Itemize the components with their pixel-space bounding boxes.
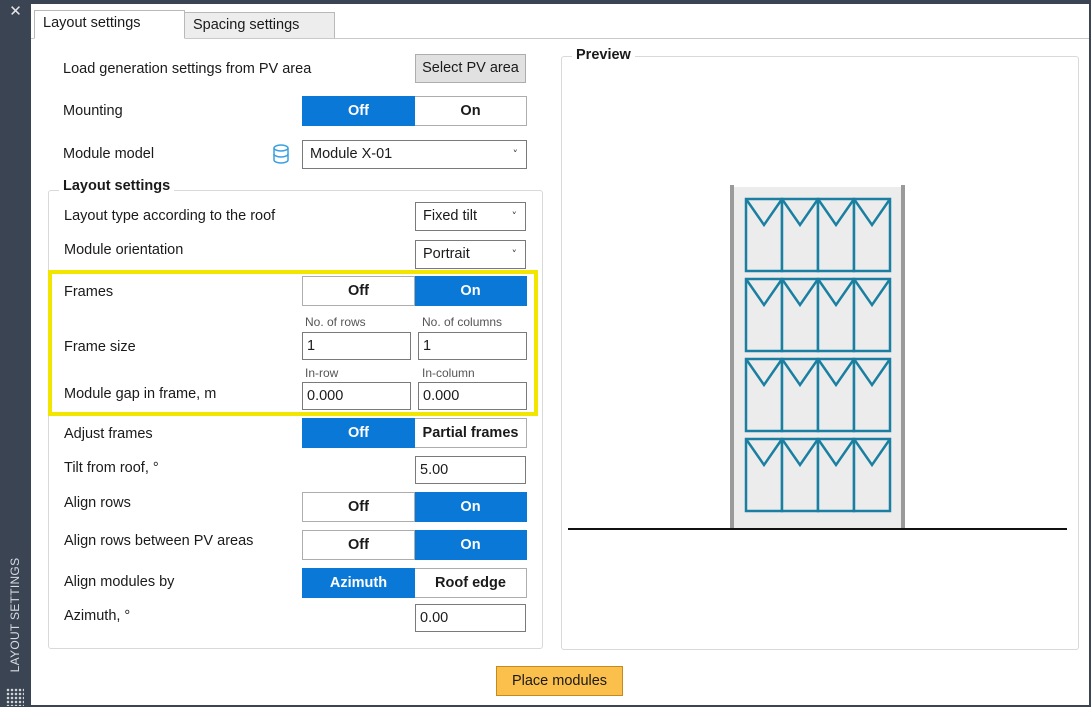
pv-module <box>744 277 784 353</box>
settings-panel: Layout settings Spacing settings Load ge… <box>31 0 1091 707</box>
pv-module <box>780 277 820 353</box>
preview-drawing <box>568 185 1067 530</box>
pv-module <box>744 357 784 433</box>
azimuth-input[interactable]: 0.00 <box>415 604 526 632</box>
pv-module <box>852 357 892 433</box>
align-roof-edge-option[interactable]: Roof edge <box>415 568 527 598</box>
tab-layout-settings[interactable]: Layout settings <box>34 10 185 39</box>
preview-title: Preview <box>572 47 635 63</box>
module-model-value: Module X-01 <box>310 146 393 162</box>
mounting-label: Mounting <box>63 103 123 119</box>
align-rows-pv-label: Align rows between PV areas <box>64 533 254 549</box>
frames-highlight-box <box>48 270 538 416</box>
module-orientation-select[interactable]: Portrait ˅ <box>415 240 526 269</box>
pv-module <box>852 437 892 513</box>
pv-module <box>780 197 820 273</box>
adjust-frames-off-option[interactable]: Off <box>302 418 415 448</box>
tab-bar: Layout settings Spacing settings <box>31 8 1089 39</box>
pv-module <box>744 197 784 273</box>
mounting-off-option[interactable]: Off <box>302 96 415 126</box>
select-pv-area-button[interactable]: Select PV area <box>415 54 526 83</box>
database-icon[interactable] <box>270 143 292 165</box>
module-model-label: Module model <box>63 146 155 162</box>
frame-rail-left <box>730 185 734 529</box>
pv-module <box>744 437 784 513</box>
align-rows-pv-toggle: Off On <box>302 530 527 560</box>
panel-vertical-title: LAYOUT SETTINGS <box>8 557 22 673</box>
pv-module <box>816 197 856 273</box>
chevron-down-icon: ˅ <box>511 248 518 261</box>
load-settings-label: Load generation settings from PV area <box>63 61 312 77</box>
adjust-frames-label: Adjust frames <box>64 426 153 442</box>
pv-module <box>852 197 892 273</box>
side-panel-bar: ✕ LAYOUT SETTINGS <box>0 0 31 707</box>
partial-frames-option[interactable]: Partial frames <box>415 418 527 448</box>
pv-module <box>816 437 856 513</box>
frame-rail-right <box>901 185 905 529</box>
module-orientation-value: Portrait <box>423 246 470 262</box>
chevron-down-icon: ˅ <box>512 148 519 161</box>
tilt-label: Tilt from roof, ° <box>64 460 159 476</box>
adjust-frames-toggle: Off Partial frames <box>302 418 527 448</box>
align-rows-pv-on-option[interactable]: On <box>415 530 527 560</box>
chevron-down-icon: ˅ <box>511 210 518 223</box>
layout-group-title: Layout settings <box>59 178 175 194</box>
tilt-input[interactable]: 5.00 <box>415 456 526 484</box>
layout-type-label: Layout type according to the roof <box>64 208 276 224</box>
pv-module <box>780 357 820 433</box>
module-model-select[interactable]: Module X-01 ˅ <box>302 140 527 169</box>
module-orientation-label: Module orientation <box>64 242 184 258</box>
align-modules-label: Align modules by <box>64 574 175 590</box>
align-rows-on-option[interactable]: On <box>415 492 527 522</box>
pv-module <box>852 277 892 353</box>
align-rows-toggle: Off On <box>302 492 527 522</box>
align-modules-toggle: Azimuth Roof edge <box>302 568 527 598</box>
pv-module <box>816 357 856 433</box>
pv-module <box>816 277 856 353</box>
tab-spacing-settings[interactable]: Spacing settings <box>184 12 335 39</box>
tab-divider <box>31 38 1089 39</box>
mounting-on-option[interactable]: On <box>415 96 527 126</box>
preview-panel <box>561 56 1079 650</box>
layout-type-value: Fixed tilt <box>423 208 477 224</box>
align-rows-pv-off-option[interactable]: Off <box>302 530 415 560</box>
pv-module <box>780 437 820 513</box>
align-rows-off-option[interactable]: Off <box>302 492 415 522</box>
mounting-toggle: Off On <box>302 96 527 126</box>
grip-dots-icon[interactable] <box>6 688 24 706</box>
close-icon[interactable]: ✕ <box>0 2 31 20</box>
layout-type-select[interactable]: Fixed tilt ˅ <box>415 202 526 231</box>
place-modules-button[interactable]: Place modules <box>496 666 623 696</box>
align-rows-label: Align rows <box>64 495 131 511</box>
azimuth-label: Azimuth, ° <box>64 608 131 624</box>
align-azimuth-option[interactable]: Azimuth <box>302 568 415 598</box>
